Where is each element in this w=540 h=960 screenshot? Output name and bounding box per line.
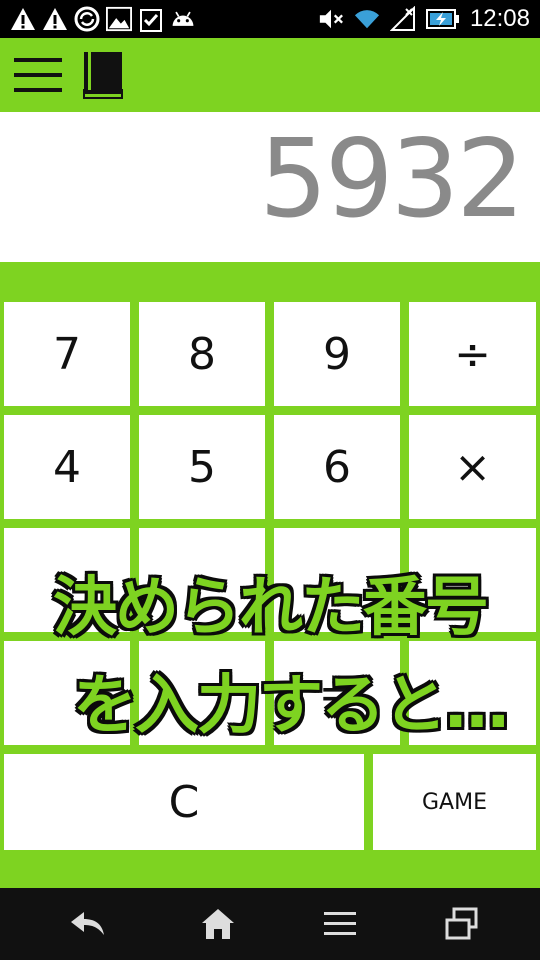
- status-bar: 12:08: [0, 0, 540, 38]
- key-8[interactable]: 8: [139, 302, 265, 406]
- caption-line-1: 決められた番号: [53, 571, 489, 645]
- home-icon[interactable]: [196, 904, 240, 944]
- menu-icon[interactable]: [14, 54, 64, 96]
- key-multiply[interactable]: ×: [409, 415, 536, 519]
- clock: 12:08: [469, 5, 530, 32]
- menu-icon[interactable]: [318, 904, 362, 944]
- game-button[interactable]: GAME: [373, 754, 536, 850]
- no-signal-icon: [389, 6, 416, 32]
- key-6[interactable]: 6: [274, 415, 400, 519]
- warning-icon: [10, 6, 36, 32]
- notification-icons: [10, 4, 196, 34]
- navigation-bar: [0, 888, 540, 960]
- android-icon: [170, 6, 196, 32]
- back-icon[interactable]: [66, 904, 110, 944]
- key-9[interactable]: 9: [274, 302, 400, 406]
- caption-line-2: を入力すると…: [73, 669, 509, 743]
- book-icon[interactable]: [80, 50, 126, 100]
- key-divide[interactable]: ÷: [409, 302, 536, 406]
- system-icons: 12:08: [318, 4, 530, 34]
- app-bar: [0, 38, 540, 112]
- number-display: 5932: [0, 112, 540, 262]
- clipboard-check-icon: [138, 6, 164, 32]
- key-5[interactable]: 5: [139, 415, 265, 519]
- clear-button[interactable]: C: [4, 754, 364, 850]
- key-4[interactable]: 4: [4, 415, 130, 519]
- sync-icon: [74, 6, 100, 32]
- display-value: 5932: [259, 117, 525, 242]
- battery-charging-icon: [425, 6, 460, 32]
- key-7[interactable]: 7: [4, 302, 130, 406]
- recent-apps-icon[interactable]: [440, 904, 484, 944]
- mute-icon: [318, 6, 344, 32]
- image-icon: [106, 6, 132, 32]
- wifi-icon: [354, 6, 380, 32]
- warning-icon: [42, 6, 68, 32]
